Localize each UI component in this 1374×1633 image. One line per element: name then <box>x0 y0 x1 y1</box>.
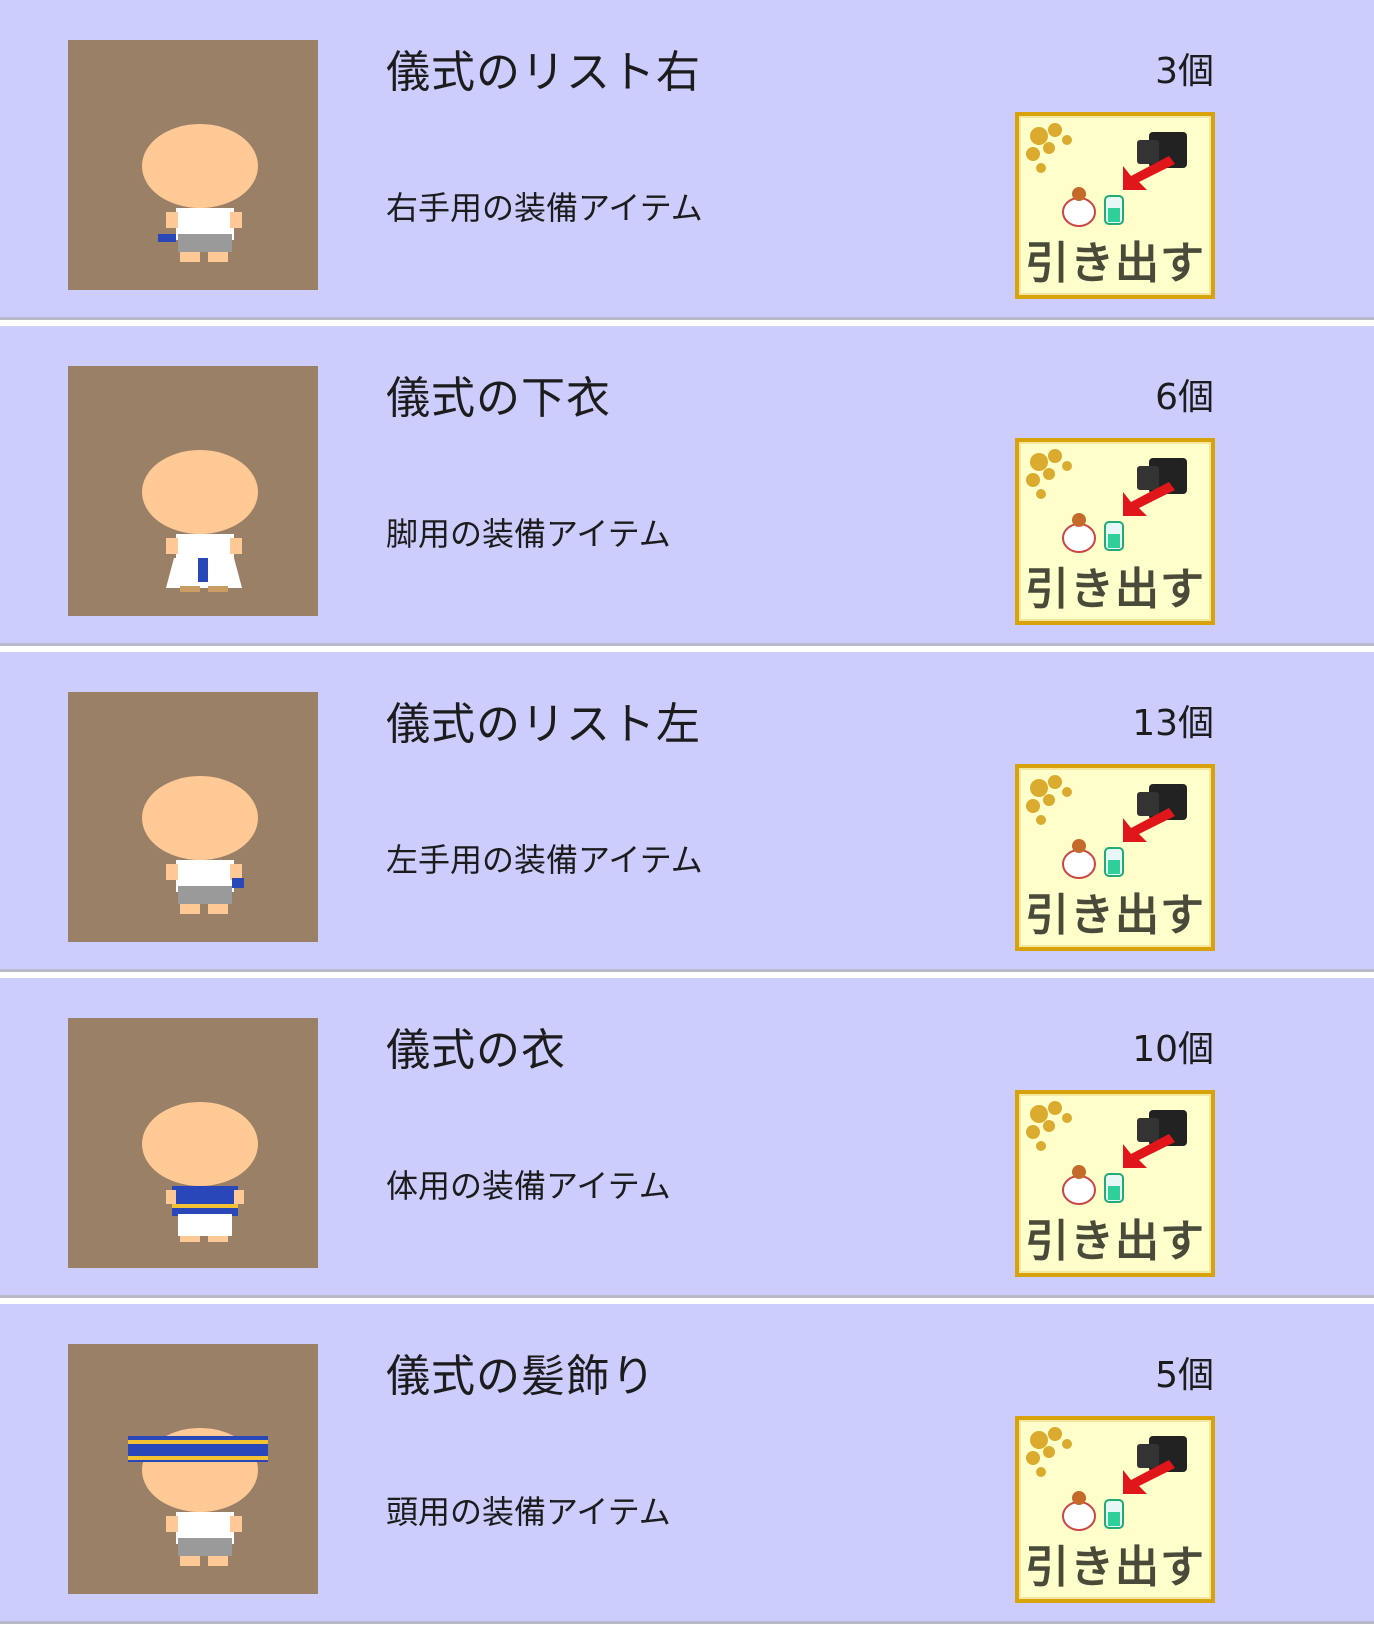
item-name: 儀式のリスト左 <box>386 699 701 750</box>
item-thumbnail <box>68 366 318 616</box>
withdraw-button[interactable]: 引き出す <box>1015 1416 1215 1603</box>
withdraw-button[interactable]: 引き出す <box>1015 764 1215 951</box>
item-description: 頭用の装備アイテム <box>386 1493 671 1531</box>
withdraw-button[interactable]: 引き出す <box>1015 112 1215 299</box>
item-row: 儀式のリスト右 右手用の装備アイテム 3個 引き出す <box>0 0 1374 320</box>
item-quantity: 10個 <box>1132 1029 1214 1070</box>
item-thumbnail <box>68 40 318 290</box>
item-thumbnail <box>68 692 318 942</box>
item-thumbnail <box>68 1018 318 1268</box>
withdraw-label: 引き出す <box>1025 564 1205 615</box>
withdraw-label: 引き出す <box>1025 238 1205 289</box>
item-quantity: 5個 <box>1155 1355 1214 1396</box>
item-row: 儀式のリスト左 左手用の装備アイテム 13個 引き出す <box>0 652 1374 972</box>
item-quantity: 3個 <box>1155 51 1214 92</box>
item-row: 儀式の下衣 脚用の装備アイテム 6個 引き出す <box>0 326 1374 646</box>
item-description: 左手用の装備アイテム <box>386 841 703 879</box>
withdraw-label: 引き出す <box>1025 890 1205 941</box>
item-quantity: 13個 <box>1132 703 1214 744</box>
item-thumbnail <box>68 1344 318 1594</box>
withdraw-button[interactable]: 引き出す <box>1015 438 1215 625</box>
item-name: 儀式のリスト右 <box>386 47 701 98</box>
item-name: 儀式の衣 <box>386 1025 566 1076</box>
item-description: 脚用の装備アイテム <box>386 515 671 553</box>
item-name: 儀式の下衣 <box>386 373 611 424</box>
withdraw-button[interactable]: 引き出す <box>1015 1090 1215 1277</box>
item-description: 体用の装備アイテム <box>386 1167 671 1205</box>
withdraw-label: 引き出す <box>1025 1216 1205 1267</box>
item-row: 儀式の髪飾り 頭用の装備アイテム 5個 引き出す <box>0 1304 1374 1624</box>
item-row: 儀式の衣 体用の装備アイテム 10個 引き出す <box>0 978 1374 1298</box>
item-quantity: 6個 <box>1155 377 1214 418</box>
withdraw-label: 引き出す <box>1025 1542 1205 1593</box>
item-name: 儀式の髪飾り <box>386 1351 656 1402</box>
item-description: 右手用の装備アイテム <box>386 189 703 227</box>
